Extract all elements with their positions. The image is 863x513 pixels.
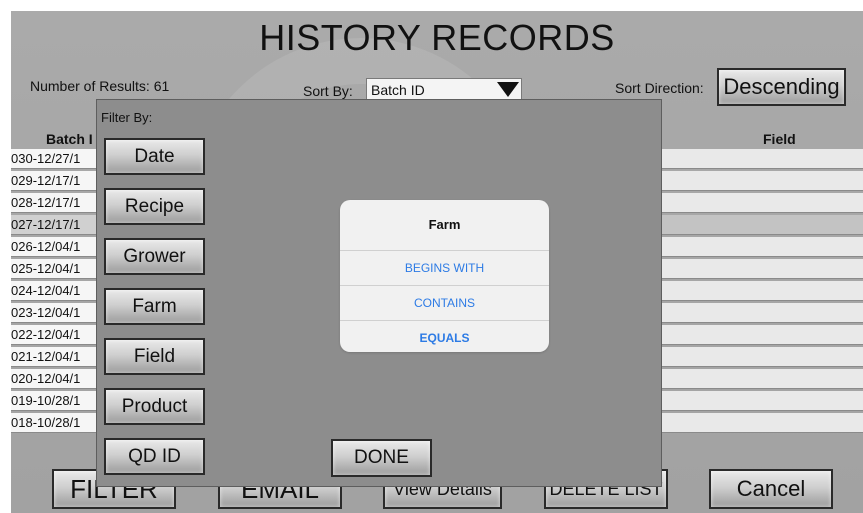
sort-by-value: Batch ID xyxy=(371,82,425,98)
column-header-field[interactable]: Field xyxy=(763,131,796,147)
filter-recipe-button[interactable]: Recipe xyxy=(104,188,205,225)
filter-date-button[interactable]: Date xyxy=(104,138,205,175)
filter-grower-button[interactable]: Grower xyxy=(104,238,205,275)
field-cell xyxy=(662,391,863,410)
sort-direction-button[interactable]: Descending xyxy=(717,68,846,106)
sort-by-label: Sort By: xyxy=(303,83,353,99)
done-button[interactable]: DONE xyxy=(331,439,432,477)
field-cell xyxy=(662,281,863,300)
sort-direction-label: Sort Direction: xyxy=(615,80,704,96)
filter-panel: Filter By: Date Recipe Grower Farm Field… xyxy=(96,99,662,487)
option-contains[interactable]: CONTAINS xyxy=(340,286,549,321)
field-cell xyxy=(662,369,863,388)
field-cell xyxy=(662,259,863,278)
field-cell xyxy=(662,149,863,168)
option-equals[interactable]: EQUALS xyxy=(340,321,549,352)
field-cell xyxy=(662,193,863,212)
field-cell xyxy=(662,303,863,322)
field-cell xyxy=(662,347,863,366)
option-begins-with[interactable]: BEGINS WITH xyxy=(340,251,549,286)
field-cell xyxy=(662,215,863,234)
field-cell xyxy=(662,171,863,190)
history-records-screen: HISTORY RECORDS Number of Results: 61 So… xyxy=(11,11,863,513)
filter-field-button[interactable]: Field xyxy=(104,338,205,375)
cancel-button[interactable]: Cancel xyxy=(709,469,833,509)
results-count: Number of Results: 61 xyxy=(30,78,170,94)
field-cell xyxy=(662,237,863,256)
field-cell xyxy=(662,413,863,432)
dropdown-arrow-icon[interactable] xyxy=(497,82,519,97)
filter-product-button[interactable]: Product xyxy=(104,388,205,425)
column-header-batch-id[interactable]: Batch I xyxy=(46,131,93,147)
filter-by-label: Filter By: xyxy=(101,110,153,125)
action-sheet-title: Farm xyxy=(340,200,549,251)
field-cell xyxy=(662,325,863,344)
filter-qd-id-button[interactable]: QD ID xyxy=(104,438,205,475)
page-title: HISTORY RECORDS xyxy=(259,17,615,58)
filter-farm-button[interactable]: Farm xyxy=(104,288,205,325)
farm-match-action-sheet: Farm BEGINS WITH CONTAINS EQUALS xyxy=(340,200,549,352)
